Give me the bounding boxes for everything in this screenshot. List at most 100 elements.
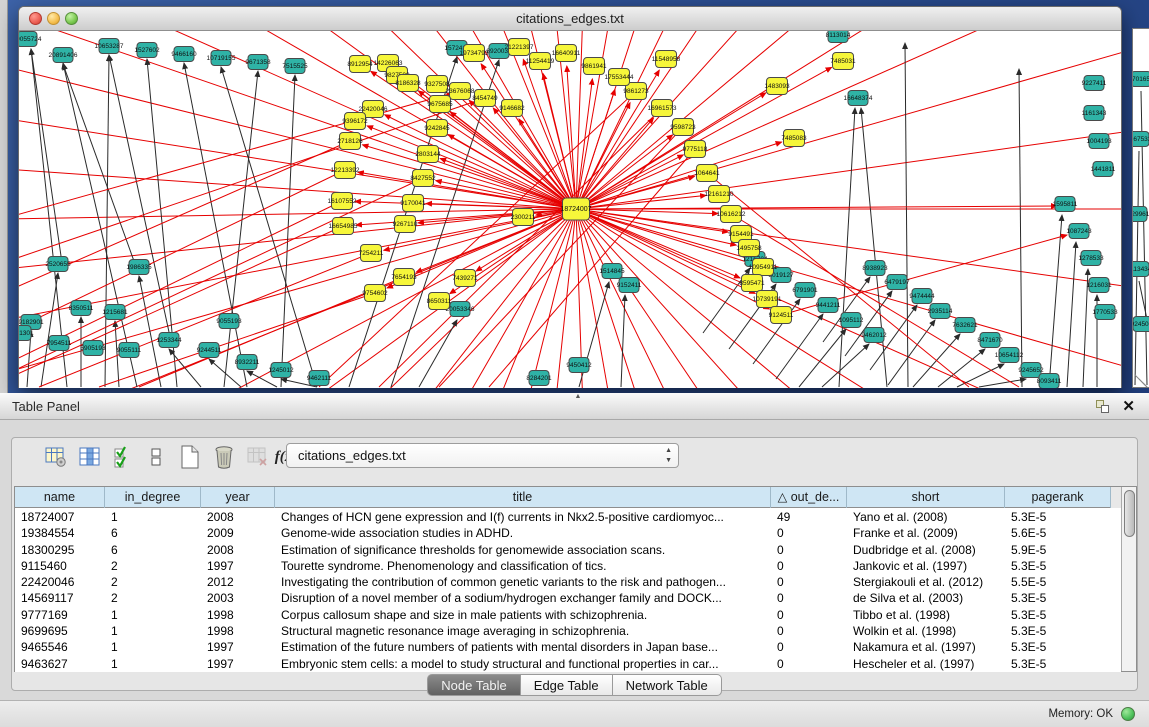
graph-node[interactable]: 7632621 (952, 318, 978, 333)
graph-node[interactable]: 1087243 (1066, 224, 1092, 239)
table-row[interactable]: 946554611997Estimation of the future num… (15, 639, 1121, 655)
graph-node[interactable]: 1095112 (839, 313, 864, 328)
graph-node[interactable]: 9450412 (566, 358, 592, 373)
graph-node[interactable]: 16640911 (552, 45, 581, 62)
table-row[interactable]: 946362711997Embryonic stem cells: a mode… (15, 656, 1121, 672)
graph-node[interactable]: 1216031 (1086, 278, 1112, 293)
table-row[interactable]: 2242004622012Investigating the contribut… (15, 574, 1121, 590)
column-header-title[interactable]: title (275, 487, 771, 508)
graph-node[interactable]: 8932211 (235, 355, 260, 370)
table-row[interactable]: 911546021997Tourette syndrome. Phenomeno… (15, 558, 1121, 574)
graph-node[interactable]: 9146682 (499, 100, 525, 117)
graph-node[interactable]: 1986335 (126, 260, 152, 275)
graph-node[interactable]: 6479197 (884, 275, 910, 290)
float-panel-icon[interactable] (1096, 400, 1109, 413)
table-settings-icon[interactable] (42, 442, 70, 472)
table-row[interactable]: 1938455462009Genome-wide association stu… (15, 525, 1121, 541)
graph-node[interactable]: 9466160 (171, 47, 197, 62)
graph-node[interactable]: 8454749 (472, 90, 498, 107)
graph-node[interactable]: 10616212 (717, 206, 746, 223)
table-selector-dropdown[interactable]: citations_edges.txt ▲▼ (286, 443, 679, 468)
graph-node[interactable]: 8471670 (977, 333, 1003, 348)
graph-node[interactable]: 2718126 (337, 133, 363, 150)
graph-node[interactable]: 8912954 (347, 56, 373, 73)
column-header-name[interactable]: name (15, 487, 105, 508)
graph-node[interactable]: 1245012 (268, 363, 294, 378)
column-header-in_degree[interactable]: in_degree (105, 487, 201, 508)
column-header-pagerank[interactable]: pagerank (1005, 487, 1111, 508)
graph-node[interactable]: 1495758 (736, 240, 762, 257)
create-new-attribute-icon[interactable] (176, 442, 204, 472)
table-scrollbar[interactable] (1121, 487, 1136, 671)
background-network-window[interactable]: 17016501167533112996181134349245011 (1132, 28, 1149, 388)
graph-node[interactable]: 7515525 (282, 59, 308, 74)
graph-node[interactable]: 8113014 (826, 31, 851, 43)
graph-node[interactable]: 1064641 (694, 165, 720, 182)
graph-node[interactable]: 9396172 (342, 113, 368, 130)
graph-node[interactable]: 9474444 (909, 289, 935, 304)
network-window[interactable]: citations_edges.txt 19055724208914061065… (18, 6, 1122, 388)
graph-node[interactable]: 1595811 (1053, 197, 1078, 212)
delete-attribute-icon[interactable] (210, 442, 238, 472)
close-panel-icon[interactable]: ✕ (1122, 397, 1135, 415)
graph-node[interactable]: 9152411 (617, 278, 642, 293)
graph-node[interactable]: 9267110 (393, 216, 418, 233)
graph-node[interactable]: 6791901 (792, 283, 818, 298)
graph-node[interactable]: 8595471 (739, 275, 765, 292)
graph-node[interactable]: 9124511 (769, 307, 794, 324)
graph-node[interactable]: 2803144 (415, 146, 441, 163)
show-column-icon[interactable] (76, 442, 104, 472)
graph-node[interactable]: 12213392 (331, 162, 360, 179)
graph-node[interactable]: 1483093 (764, 78, 790, 95)
graph-node[interactable]: 11254419 (526, 53, 555, 70)
graph-node[interactable]: 9441211 (816, 298, 841, 313)
graph-node[interactable]: 9227411 (1082, 76, 1107, 91)
split-pane-grip-icon[interactable]: ▲ (575, 393, 582, 400)
graph-node[interactable]: 7954511 (47, 336, 72, 351)
graph-node[interactable]: 5905193 (80, 341, 106, 356)
graph-node[interactable]: 16107552 (328, 193, 357, 210)
tab-network-table[interactable]: Network Table (613, 674, 722, 696)
table-row[interactable]: 969969511998Structural magnetic resonanc… (15, 623, 1121, 639)
graph-node[interactable]: 11548958 (652, 51, 681, 68)
graph-node[interactable]: 1770533 (1092, 305, 1118, 320)
tab-node-table[interactable]: Node Table (427, 674, 521, 696)
table-row[interactable]: 1872400712008Changes of HCN gene express… (15, 509, 1121, 525)
graph-node[interactable]: 8350511 (69, 301, 94, 316)
graph-node[interactable]: 9598723 (670, 119, 696, 136)
graph-node[interactable]: 1004193 (1086, 134, 1112, 149)
column-header-short[interactable]: short (847, 487, 1005, 508)
column-header-out_de[interactable]: △ out_de... (771, 487, 847, 508)
graph-node[interactable]: 9671358 (245, 55, 271, 70)
network-canvas[interactable]: 1905572420891406106532871527602946616010… (19, 31, 1121, 388)
graph-node[interactable]: 1514845 (599, 264, 625, 279)
graph-node[interactable]: 1278533 (1078, 251, 1104, 266)
graph-node[interactable]: 1701650 (1133, 72, 1149, 87)
graph-node[interactable]: 2935114 (928, 304, 953, 319)
graph-node[interactable]: 1441811 (1091, 162, 1116, 177)
graph-node[interactable]: 9754602 (362, 285, 388, 302)
graph-node[interactable]: 7254211 (359, 245, 384, 262)
row-height-icon[interactable] (142, 442, 170, 472)
graph-node[interactable]: 18724007 (560, 198, 591, 220)
table-row[interactable]: 1456911722003Disruption of a novel membe… (15, 590, 1121, 606)
select-attributes-icon[interactable] (110, 442, 138, 472)
graph-node[interactable]: 16961573 (648, 100, 677, 117)
graph-node[interactable]: 8113434 (1133, 262, 1149, 277)
graph-node[interactable]: 17553444 (605, 69, 634, 86)
scrollbar-thumb[interactable] (1124, 490, 1135, 537)
graph-node[interactable]: 9462111 (307, 371, 332, 386)
graph-node[interactable]: 9462012 (861, 328, 887, 343)
graph-node[interactable]: 9170041 (400, 195, 426, 212)
memory-status-indicator[interactable] (1121, 707, 1135, 721)
graph-node[interactable]: 8650311 (427, 293, 452, 310)
graph-node[interactable]: 1161343 (1082, 106, 1107, 121)
graph-node[interactable]: 9861941 (581, 58, 607, 75)
graph-node[interactable]: 16654985 (329, 218, 358, 235)
graph-node[interactable]: 10954911 (749, 259, 778, 276)
graph-node[interactable]: 1527602 (134, 43, 160, 58)
graph-node[interactable]: 12161210 (705, 186, 734, 203)
graph-node[interactable]: 7439271 (452, 270, 478, 287)
graph-node[interactable]: 9055111 (117, 343, 142, 358)
graph-node[interactable]: 9055193 (216, 314, 242, 329)
